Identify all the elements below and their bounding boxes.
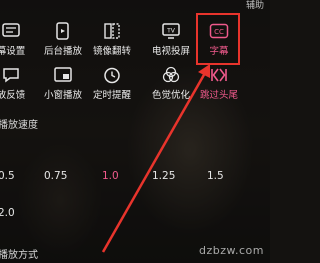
annotation-arrow [101, 64, 210, 253]
watermark: dzbzw.com [199, 244, 264, 257]
